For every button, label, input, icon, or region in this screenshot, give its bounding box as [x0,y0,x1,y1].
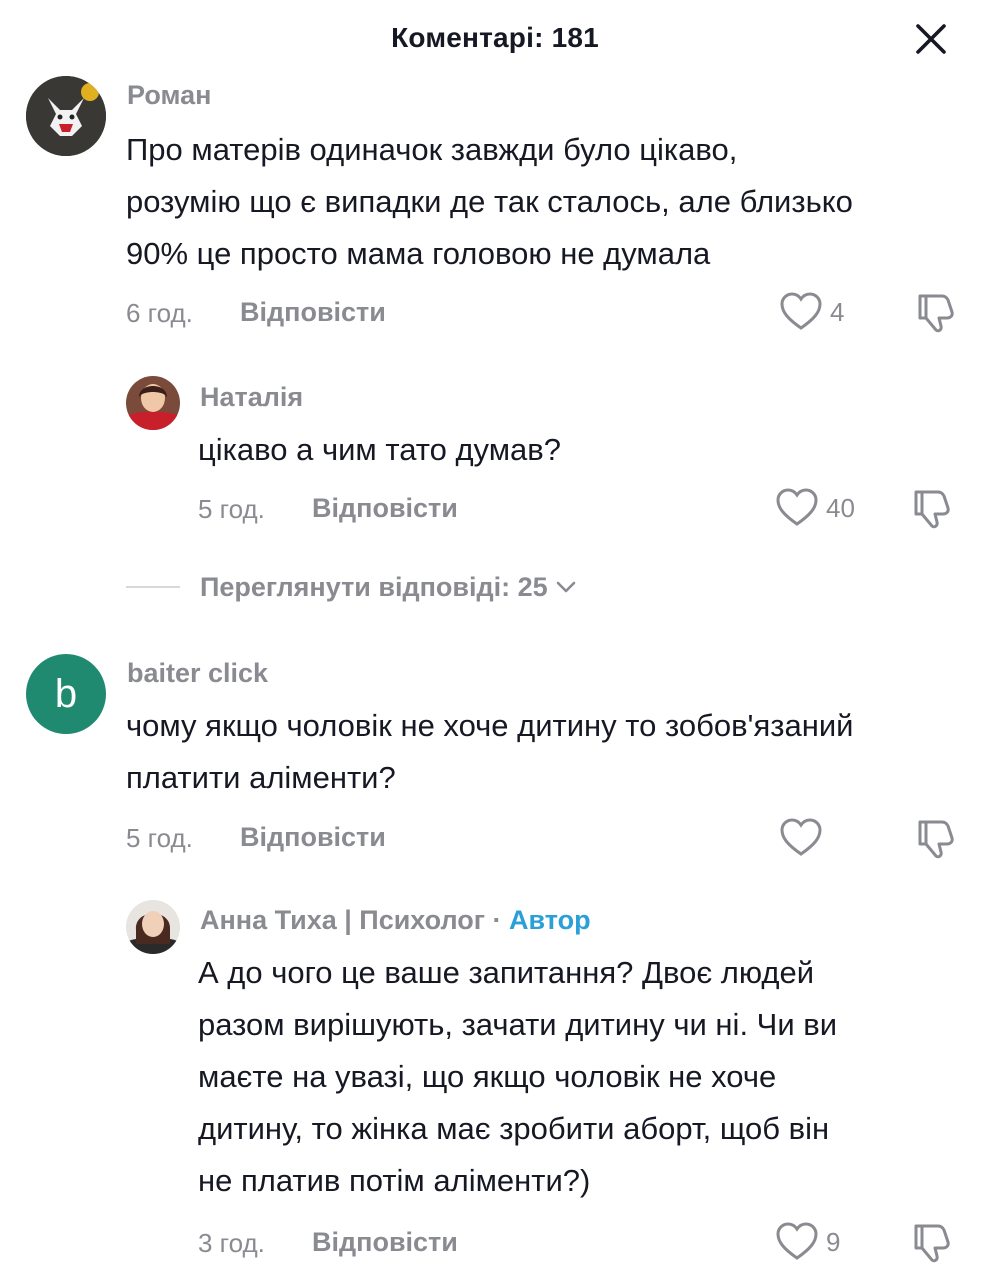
like-count: 9 [826,1226,841,1257]
close-icon [916,24,946,54]
view-replies-button[interactable]: Переглянути відповіді: 25 [126,570,578,604]
like-button[interactable]: 40 [776,488,855,528]
reply-button[interactable]: Відповісти [240,822,386,853]
comment-text: чому якщо чоловік не хоче дитину то зобо… [126,700,976,804]
dislike-button[interactable] [910,488,952,535]
chevron-down-icon [556,581,576,593]
avatar[interactable]: b [26,654,106,734]
like-button[interactable]: 4 [780,292,844,332]
thumbs-down-icon [914,1224,950,1263]
comments-header: Коментарі: 181 [0,0,990,76]
heart-icon [780,818,822,856]
comment-username[interactable]: Анна Тиха | Психолог · Автор [200,905,591,936]
avatar-letter: b [54,671,78,716]
comment-username[interactable]: Роман [127,80,211,111]
comments-title: Коментарі: 181 [391,22,599,53]
comment-text-line: маєте на увазі, що якщо чоловік не хоче [198,1059,777,1094]
close-button[interactable] [908,18,954,60]
comment-text-line: не платив потім аліменти?) [198,1163,591,1198]
comment-text-line: разом вирішують, зачати дитину чи ні. Чи… [198,1007,838,1042]
comment-username[interactable]: Наталія [200,382,303,413]
reply-button[interactable]: Відповісти [312,1227,458,1258]
author-badge: Автор [509,905,591,935]
heart-icon [776,1222,818,1260]
comment-text-line: чому якщо чоловік не хоче дитину то зобо… [126,708,854,743]
thumbs-down-icon [918,820,954,859]
comment-text: Про матерів одиначок завжди було цікаво,… [126,124,966,280]
like-button[interactable]: 9 [776,1222,840,1262]
like-button[interactable] [780,818,830,858]
comment-time: 5 год. [198,494,265,524]
comment-text-line: дитину, то жінка має зробити аборт, щоб … [198,1111,830,1146]
comment-text-line: розумію що є випадки де так сталось, але… [126,184,853,219]
username-text: Анна Тиха | Психолог [200,905,486,935]
like-count: 40 [826,492,855,523]
dislike-button[interactable] [914,818,956,865]
heart-icon [780,292,822,330]
author-separator: · [492,905,502,935]
comment-text: цікаво а чим тато думав? [198,424,958,476]
comment-text-line: А до чого це ваше запитання? Двоє людей [198,955,815,990]
comment-text: А до чого це ваше запитання? Двоє людей … [198,947,968,1207]
thumbs-down-icon [918,294,954,333]
comment-time: 6 год. [126,298,193,328]
reply-button[interactable]: Відповісти [240,297,386,328]
dislike-button[interactable] [910,1222,952,1269]
avatar[interactable] [126,900,180,954]
comments-sheet: Коментарі: 181 Роман Про матерів одиначо… [0,0,990,1280]
heart-icon [776,488,818,526]
comment-username[interactable]: baiter click [127,658,268,689]
view-replies-label: Переглянути відповіді: 25 [200,571,548,602]
divider [126,586,180,588]
comment-time: 5 год. [126,823,193,853]
comment-text-line: платити аліменти? [126,760,396,795]
comment-text-line: цікаво а чим тато думав? [198,432,561,467]
avatar[interactable] [26,76,106,156]
thumbs-down-icon [914,490,950,529]
dislike-button[interactable] [914,292,956,339]
avatar[interactable] [126,376,180,430]
like-count: 4 [830,296,845,327]
comment-text-line: 90% це просто мама головою не думала [126,236,711,271]
comment-text-line: Про матерів одиначок завжди було цікаво, [126,132,738,167]
reply-button[interactable]: Відповісти [312,493,458,524]
comment-time: 3 год. [198,1228,265,1258]
